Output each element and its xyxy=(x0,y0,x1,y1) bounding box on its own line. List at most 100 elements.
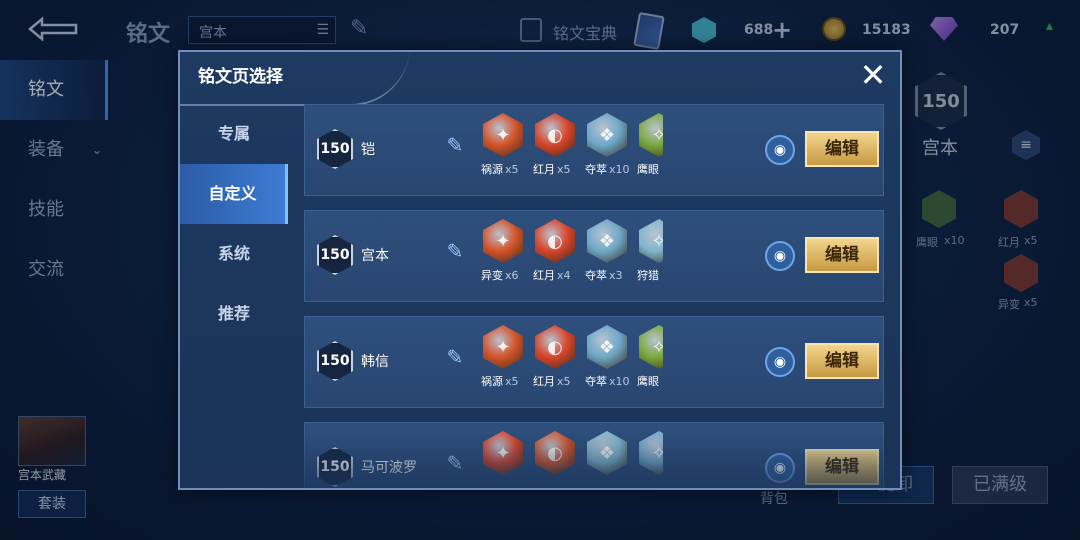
rune-page-list[interactable]: 150铠✎✦祸源x5◐红月x5❖夺萃x10✧鹰眼◉编辑150宫本✎✦异变x6◐红… xyxy=(304,104,888,488)
rune-label: 鹰眼 xyxy=(637,373,663,389)
rune-count: x5 xyxy=(557,375,571,388)
rune-glyph-icon: ◐ xyxy=(547,336,563,358)
rune-name: 红月 xyxy=(533,163,555,176)
rune-icon: ◐ xyxy=(535,219,575,263)
rune-item: ❖ 夺萃 x10 xyxy=(585,113,637,177)
rune-item: ✦ 祸源 x5 xyxy=(481,113,533,177)
rune-label: 红月 x5 xyxy=(533,161,585,177)
rune-count: x3 xyxy=(609,269,623,282)
rune-count: x4 xyxy=(557,269,571,282)
level-badge: 150 xyxy=(317,341,353,381)
page-name: 马可波罗 xyxy=(361,460,417,476)
rune-label: 狩猎 xyxy=(637,267,663,283)
rune-name: 夺萃 xyxy=(585,375,607,388)
rune-item: ✧ 狩猎 xyxy=(637,219,663,283)
tab-custom[interactable]: 自定义 xyxy=(180,164,288,224)
rune-icon: ✧ xyxy=(639,219,663,263)
rune-icon: ❖ xyxy=(587,113,627,157)
rune-label: 异变 x6 xyxy=(481,267,533,283)
rune-name: 夺萃 xyxy=(585,163,607,176)
rune-label: 祸源 x5 xyxy=(481,161,533,177)
dialog-title: 铭文页选择 xyxy=(198,67,283,87)
rune-glyph-icon: ❖ xyxy=(598,230,616,252)
rune-item: ✧ xyxy=(637,431,663,488)
rune-item: ❖ 夺萃 x10 xyxy=(585,325,637,389)
rune-label: 夺萃 x10 xyxy=(585,373,637,389)
rune-item: ✦ xyxy=(481,431,533,488)
rune-summary: ✦ 异变x6 ◐ 红月x4 ❖ 夺萃x3 ✧ 狩猎 xyxy=(481,219,663,299)
page-name: 铠 xyxy=(361,142,375,158)
rune-item: ◐ xyxy=(533,431,585,488)
edit-button[interactable]: 编辑 xyxy=(805,237,879,273)
preview-eye-icon[interactable]: ◉ xyxy=(765,135,795,165)
rune-glyph-icon: ✦ xyxy=(495,124,511,146)
dialog-tabs: 专属 自定义 系统 推荐 xyxy=(180,104,288,344)
level-badge: 150 xyxy=(317,129,353,169)
rename-quill-icon[interactable]: ✎ xyxy=(441,345,469,373)
edit-button[interactable]: 编辑 xyxy=(805,343,879,379)
rune-page-row[interactable]: 150铠✎✦祸源x5◐红月x5❖夺萃x10✧鹰眼◉编辑 xyxy=(304,104,884,196)
rename-quill-icon[interactable]: ✎ xyxy=(441,451,469,479)
rune-icon: ✦ xyxy=(483,431,523,475)
rune-count: x10 xyxy=(609,163,630,176)
edit-button[interactable]: 编辑 xyxy=(805,131,879,167)
tab-recommended[interactable]: 推荐 xyxy=(180,284,288,344)
edit-button[interactable]: 编辑 xyxy=(805,449,879,485)
rune-icon: ◐ xyxy=(535,113,575,157)
page-name: 宫本 xyxy=(361,248,389,264)
preview-eye-icon[interactable]: ◉ xyxy=(765,453,795,483)
level-badge: 150 xyxy=(317,447,353,487)
rune-name: 鹰眼 xyxy=(637,375,659,388)
rune-name: 鹰眼 xyxy=(637,163,659,176)
rune-item: ✦ 异变 x6 xyxy=(481,219,533,283)
rename-quill-icon[interactable]: ✎ xyxy=(441,133,469,161)
rune-glyph-icon: ✦ xyxy=(495,336,511,358)
rune-page-row[interactable]: 150 马可波罗 ✎ ✦ ◐ ❖ ✧ ◉ 编辑 xyxy=(304,422,884,488)
level-badge: 150 xyxy=(317,235,353,275)
rune-name: 红月 xyxy=(533,269,555,282)
rune-label: 鹰眼 xyxy=(637,161,663,177)
rune-count: x10 xyxy=(609,375,630,388)
rune-glyph-icon: ✧ xyxy=(651,443,663,464)
tab-exclusive[interactable]: 专属 xyxy=(180,104,288,164)
rune-icon: ✧ xyxy=(639,431,663,475)
rune-glyph-icon: ✦ xyxy=(495,230,511,252)
rune-icon: ✦ xyxy=(483,325,523,369)
rename-quill-icon[interactable]: ✎ xyxy=(441,239,469,267)
rune-item: ✧ 鹰眼 xyxy=(637,325,663,389)
preview-eye-icon[interactable]: ◉ xyxy=(765,241,795,271)
rune-name: 祸源 xyxy=(481,375,503,388)
rune-count: x5 xyxy=(505,375,519,388)
rune-icon: ❖ xyxy=(587,219,627,263)
rune-page-row[interactable]: 150 宫本 ✎ ✦ 异变x6 ◐ 红月x4 ❖ 夺萃x3 ✧ 狩猎 ◉ 编辑 xyxy=(304,210,884,302)
rune-glyph-icon: ✧ xyxy=(651,231,663,252)
rune-glyph-icon: ❖ xyxy=(598,442,616,464)
rune-summary: ✦ ◐ ❖ ✧ xyxy=(481,431,663,488)
rune-name: 异变 xyxy=(481,269,503,282)
rune-icon: ❖ xyxy=(587,325,627,369)
page-name: 韩信 xyxy=(361,354,389,370)
rune-icon: ✧ xyxy=(639,113,663,157)
rune-item: ◐ 红月 x4 xyxy=(533,219,585,283)
rune-label xyxy=(481,479,533,488)
rune-page-row[interactable]: 150韩信✎✦祸源x5◐红月x5❖夺萃x10✧鹰眼◉编辑 xyxy=(304,316,884,408)
rune-icon: ✦ xyxy=(483,219,523,263)
rune-item: ✦ 祸源 x5 xyxy=(481,325,533,389)
preview-eye-icon[interactable]: ◉ xyxy=(765,347,795,377)
rune-count: x6 xyxy=(505,269,519,282)
rune-count: x5 xyxy=(505,163,519,176)
tab-system[interactable]: 系统 xyxy=(180,224,288,284)
rune-item: ❖ xyxy=(585,431,637,488)
rune-glyph-icon: ◐ xyxy=(547,230,563,252)
rune-item: ◐ 红月 x5 xyxy=(533,113,585,177)
rune-label xyxy=(637,479,663,488)
rune-name: 红月 xyxy=(533,375,555,388)
rune-label: 红月 x5 xyxy=(533,373,585,389)
rune-glyph-icon: ✧ xyxy=(651,125,663,146)
rune-summary: ✦祸源x5◐红月x5❖夺萃x10✧鹰眼 xyxy=(481,325,663,405)
rune-icon: ✦ xyxy=(483,113,523,157)
rune-icon: ✧ xyxy=(639,325,663,369)
rune-label xyxy=(533,479,585,488)
close-icon[interactable]: ✕ xyxy=(856,58,890,92)
rune-glyph-icon: ❖ xyxy=(598,336,616,358)
